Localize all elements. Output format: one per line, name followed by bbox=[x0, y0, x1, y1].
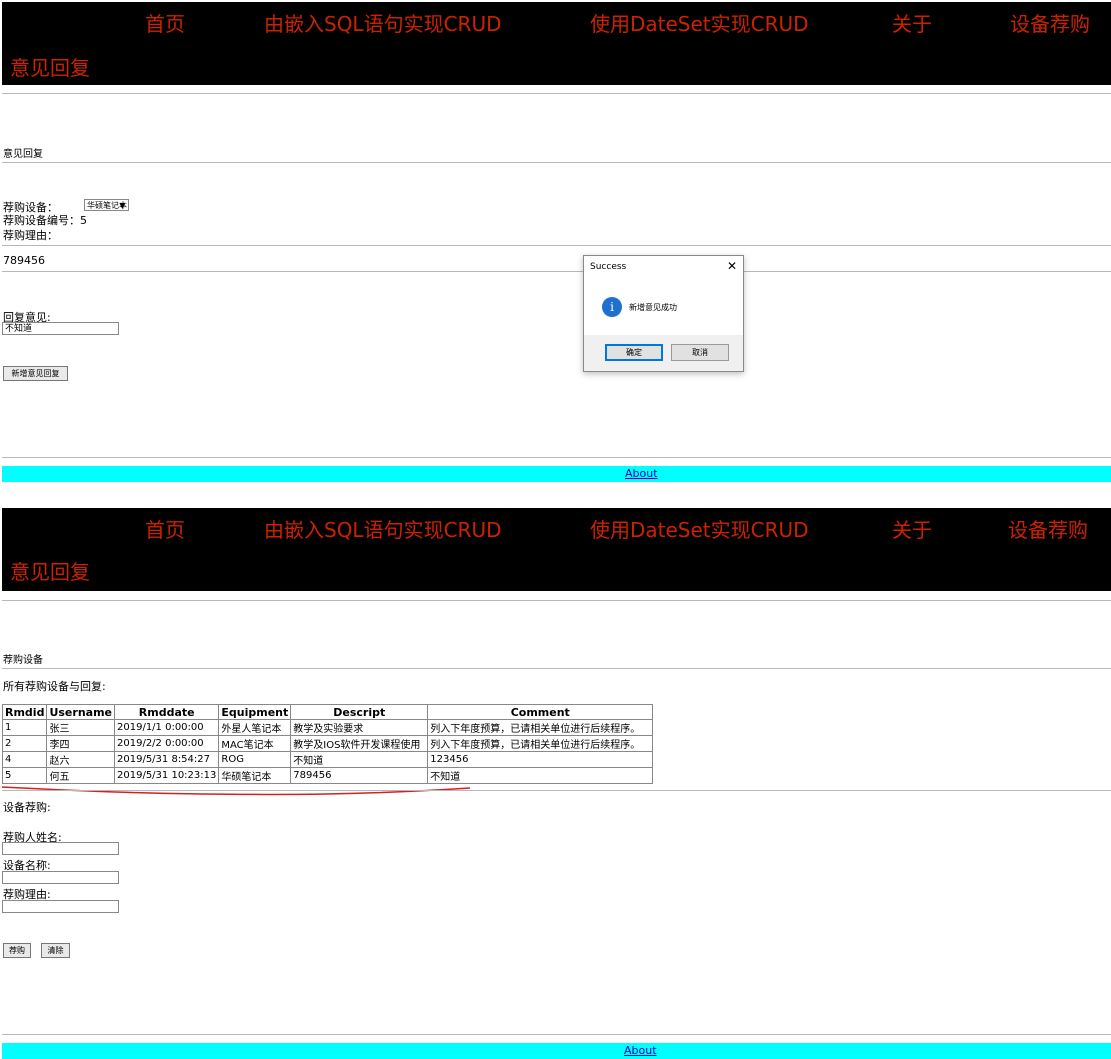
nav-dataset[interactable]: 使用DateSet实现CRUD bbox=[590, 518, 809, 542]
divider bbox=[2, 600, 1111, 601]
table-cell: 4 bbox=[1, 751, 48, 768]
table-cell: 李四 bbox=[46, 735, 115, 752]
nav-home[interactable]: 首页 bbox=[145, 12, 185, 36]
divider bbox=[2, 271, 1111, 272]
red-underline-annotation bbox=[2, 786, 471, 796]
table-cell: 2 bbox=[1, 735, 48, 752]
device-select[interactable]: 华硕笔记本 ▼ bbox=[84, 199, 129, 211]
column-header: Username bbox=[46, 704, 115, 720]
column-header: Rmdid bbox=[1, 704, 48, 720]
reason-input[interactable] bbox=[2, 900, 119, 913]
divider bbox=[2, 1034, 1111, 1035]
nav-purchase[interactable]: 设备荐购 bbox=[1010, 12, 1090, 36]
table-cell: 2019/2/2 0:00:00 bbox=[113, 735, 220, 752]
device-no-label: 荐购设备编号： bbox=[3, 214, 80, 227]
footer-bar: About bbox=[2, 1043, 1111, 1059]
reason-value: 789456 bbox=[3, 254, 45, 267]
device-name-input[interactable] bbox=[2, 871, 119, 884]
cancel-button[interactable]: 取消 bbox=[671, 344, 729, 361]
chevron-down-icon: ▼ bbox=[119, 202, 125, 210]
nav-purchase[interactable]: 设备荐购 bbox=[1008, 518, 1088, 542]
table-cell: 教学及实验要求 bbox=[290, 719, 429, 736]
table-row: 2 李四 2019/2/2 0:00:00 MAC笔记本 教学及IOS软件开发课… bbox=[1, 735, 654, 752]
info-icon: i bbox=[602, 297, 622, 317]
table-row: 1 张三 2019/1/1 0:00:00 外星人笔记本 教学及实验要求 列入下… bbox=[1, 719, 654, 736]
divider bbox=[2, 790, 1111, 791]
table-cell: MAC笔记本 bbox=[218, 735, 292, 752]
table-header-row: Rmdid Username Rmddate Equipment Descrip… bbox=[1, 704, 654, 720]
purchaser-name-input[interactable] bbox=[2, 842, 119, 855]
nav-embedded-sql[interactable]: 由嵌入SQL语句实现CRUD bbox=[264, 12, 501, 36]
nav-dataset[interactable]: 使用DateSet实现CRUD bbox=[590, 12, 809, 36]
dialog-message: 新增意见成功 bbox=[629, 303, 677, 312]
table-cell: 列入下年度预算，已请相关单位进行后续程序。 bbox=[427, 735, 654, 752]
top-navbar: 首页 由嵌入SQL语句实现CRUD 使用DateSet实现CRUD 关于 设备荐… bbox=[2, 2, 1111, 85]
device-no-row: 荐购设备编号：5 bbox=[3, 212, 87, 228]
clear-button[interactable]: 清除 bbox=[41, 943, 70, 958]
column-header: Rmddate bbox=[113, 704, 220, 720]
page-title: 荐购设备 bbox=[3, 655, 43, 666]
divider bbox=[2, 93, 1111, 94]
table-cell: 华硕笔记本 bbox=[218, 767, 292, 784]
table-cell: 何五 bbox=[46, 767, 115, 784]
page-title: 意见回复 bbox=[3, 149, 43, 160]
table-cell: 789456 bbox=[290, 767, 429, 784]
table-row: 5 何五 2019/5/31 10:23:13 华硕笔记本 789456 不知道 bbox=[1, 767, 654, 784]
nav-embedded-sql[interactable]: 由嵌入SQL语句实现CRUD bbox=[264, 518, 501, 542]
table-cell: 不知道 bbox=[427, 767, 654, 784]
table-cell: 赵六 bbox=[46, 751, 115, 768]
divider bbox=[2, 162, 1111, 163]
table-cell: 2019/5/31 10:23:13 bbox=[113, 767, 220, 784]
dialog-title: Success bbox=[590, 262, 627, 272]
divider bbox=[2, 668, 1111, 669]
list-title: 所有荐购设备与回复: bbox=[3, 680, 106, 693]
table-cell: 不知道 bbox=[290, 751, 429, 768]
nav-feedback[interactable]: 意见回复 bbox=[10, 560, 90, 584]
close-icon[interactable]: ✕ bbox=[727, 259, 737, 273]
footer-about-link[interactable]: About bbox=[625, 466, 658, 481]
success-dialog: Success ✕ i 新增意见成功 确定 取消 bbox=[583, 255, 744, 372]
reason-label: 荐购理由： bbox=[3, 229, 58, 242]
bottom-navbar: 首页 由嵌入SQL语句实现CRUD 使用DateSet实现CRUD 关于 设备荐… bbox=[2, 508, 1111, 591]
table-cell: 5 bbox=[1, 767, 48, 784]
nav-about[interactable]: 关于 bbox=[892, 518, 932, 542]
nav-about[interactable]: 关于 bbox=[892, 12, 932, 36]
table-cell: ROG bbox=[218, 751, 292, 768]
reply-input[interactable]: 不知道 bbox=[2, 322, 119, 335]
footer-about-link[interactable]: About bbox=[624, 1043, 657, 1058]
table-cell: 张三 bbox=[46, 719, 115, 736]
column-header: Descript bbox=[290, 704, 429, 720]
column-header: Equipment bbox=[218, 704, 292, 720]
nav-feedback[interactable]: 意见回复 bbox=[10, 56, 90, 80]
column-header: Comment bbox=[427, 704, 654, 720]
ok-button[interactable]: 确定 bbox=[605, 344, 663, 361]
table-cell: 列入下年度预算，已请相关单位进行后续程序。 bbox=[427, 719, 654, 736]
submit-purchase-button[interactable]: 荐购 bbox=[3, 943, 31, 958]
nav-home[interactable]: 首页 bbox=[145, 518, 185, 542]
add-feedback-button[interactable]: 新增意见回复 bbox=[3, 366, 68, 381]
divider bbox=[2, 457, 1111, 458]
table-cell: 1 bbox=[1, 719, 48, 736]
table-cell: 2019/5/31 8:54:27 bbox=[113, 751, 220, 768]
table-cell: 2019/1/1 0:00:00 bbox=[113, 719, 220, 736]
footer-bar: About bbox=[2, 466, 1111, 482]
purchase-table: Rmdid Username Rmddate Equipment Descrip… bbox=[1, 704, 654, 784]
divider bbox=[2, 245, 1111, 246]
table-cell: 123456 bbox=[427, 751, 654, 768]
table-cell: 教学及IOS软件开发课程使用 bbox=[290, 735, 429, 752]
table-cell: 外星人笔记本 bbox=[218, 719, 292, 736]
device-no-value: 5 bbox=[80, 214, 87, 227]
form-title: 设备荐购: bbox=[3, 801, 51, 814]
table-row: 4 赵六 2019/5/31 8:54:27 ROG 不知道 123456 bbox=[1, 751, 654, 768]
